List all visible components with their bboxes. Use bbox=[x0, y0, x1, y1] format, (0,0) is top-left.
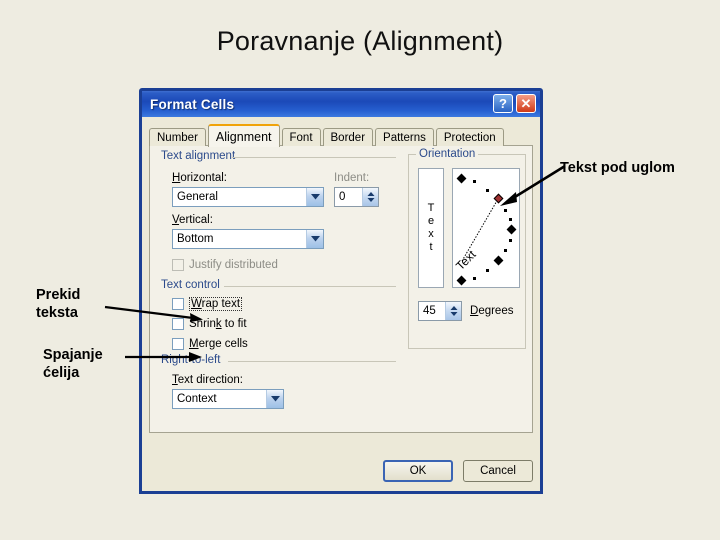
text-direction-combo[interactable]: Context bbox=[172, 389, 284, 409]
dialog-titlebar: Format Cells ? ✕ bbox=[142, 91, 540, 117]
justify-distributed-checkbox[interactable]: Justify distributed bbox=[172, 259, 278, 271]
format-cells-dialog: Format Cells ? ✕ Number Alignment Font B… bbox=[139, 88, 543, 494]
vertical-label: Vertical: bbox=[172, 214, 213, 226]
orientation-tick[interactable] bbox=[486, 189, 489, 192]
tab-alignment[interactable]: Alignment bbox=[207, 124, 280, 147]
orientation-marker-m45[interactable] bbox=[493, 255, 504, 266]
page-title: Poravnanje (Alignment) bbox=[216, 26, 504, 56]
vertical-combo[interactable]: Bottom bbox=[172, 229, 324, 249]
text-control-group-label: Text control bbox=[158, 279, 223, 291]
horizontal-combo[interactable]: General bbox=[172, 187, 324, 207]
orientation-tick[interactable] bbox=[473, 180, 476, 183]
vertical-letter-t2: t bbox=[429, 241, 433, 253]
chevron-down-icon[interactable] bbox=[266, 390, 283, 408]
orientation-tick[interactable] bbox=[473, 277, 476, 280]
help-icon[interactable]: ? bbox=[493, 94, 513, 113]
tab-font[interactable]: Font bbox=[281, 128, 321, 146]
spinner-arrows-icon[interactable] bbox=[362, 188, 378, 206]
tab-protection[interactable]: Protection bbox=[435, 128, 504, 146]
annotation-arrow-merge-cells bbox=[125, 352, 202, 362]
indent-value: 0 bbox=[339, 191, 346, 203]
annotation-wrap-text: Prekid teksta bbox=[36, 287, 81, 321]
titlebar-buttons: ? ✕ bbox=[493, 94, 536, 113]
tab-border[interactable]: Border bbox=[322, 128, 374, 146]
vertical-text-preview[interactable]: T e x t bbox=[418, 168, 444, 288]
chevron-down-icon[interactable] bbox=[306, 230, 323, 248]
horizontal-combo-value: General bbox=[177, 191, 218, 203]
orientation-tick[interactable] bbox=[509, 239, 512, 242]
annotation-arrow-angled-text bbox=[500, 164, 566, 206]
orientation-marker-90[interactable] bbox=[456, 173, 467, 184]
spinner-arrows-icon[interactable] bbox=[445, 302, 461, 320]
orientation-tick[interactable] bbox=[486, 269, 489, 272]
annotation-angled-text: Tekst pod uglom bbox=[560, 160, 675, 176]
ok-button[interactable]: OK bbox=[383, 460, 453, 482]
group-divider bbox=[228, 361, 396, 362]
text-direction-value: Context bbox=[177, 393, 217, 405]
annotation-arrow-wrap-text bbox=[104, 305, 203, 322]
tab-patterns[interactable]: Patterns bbox=[375, 128, 434, 146]
orientation-tick[interactable] bbox=[504, 249, 507, 252]
checkbox-icon[interactable] bbox=[172, 259, 184, 271]
group-divider bbox=[224, 286, 396, 287]
orientation-marker-0[interactable] bbox=[506, 224, 517, 235]
indent-label: Indent: bbox=[334, 172, 370, 184]
tab-number[interactable]: Number bbox=[149, 128, 206, 146]
degrees-stepper[interactable]: 45 bbox=[418, 301, 462, 321]
cancel-button[interactable]: Cancel bbox=[463, 460, 533, 482]
orientation-group-label: Orientation bbox=[416, 148, 479, 160]
group-divider bbox=[232, 157, 396, 158]
vertical-combo-value: Bottom bbox=[177, 233, 214, 245]
dialog-title: Format Cells bbox=[150, 96, 235, 112]
degrees-value: 45 bbox=[423, 305, 436, 317]
degrees-label: Degrees bbox=[470, 305, 514, 317]
text-direction-label: Text direction: bbox=[172, 374, 243, 386]
alignment-tab-panel: Text alignment Horizontal: General Inden… bbox=[149, 145, 533, 433]
orientation-preview-word: Text bbox=[453, 247, 479, 273]
orientation-marker-m90[interactable] bbox=[456, 275, 467, 286]
justify-distributed-label: Justify distributed bbox=[189, 259, 278, 271]
tab-strip: Number Alignment Font Border Patterns Pr… bbox=[149, 124, 506, 147]
vertical-letter-e: e bbox=[427, 215, 435, 227]
orientation-tick[interactable] bbox=[509, 218, 512, 221]
horizontal-label: Horizontal: bbox=[172, 172, 227, 184]
indent-stepper[interactable]: 0 bbox=[334, 187, 379, 207]
vertical-letter-t: T bbox=[427, 202, 435, 214]
vertical-letter-x: x bbox=[428, 228, 434, 240]
close-icon[interactable]: ✕ bbox=[516, 94, 536, 113]
annotation-merge-cells: Spajanje ćelija bbox=[43, 347, 103, 381]
chevron-down-icon[interactable] bbox=[306, 188, 323, 206]
text-alignment-group-label: Text alignment bbox=[158, 150, 239, 162]
